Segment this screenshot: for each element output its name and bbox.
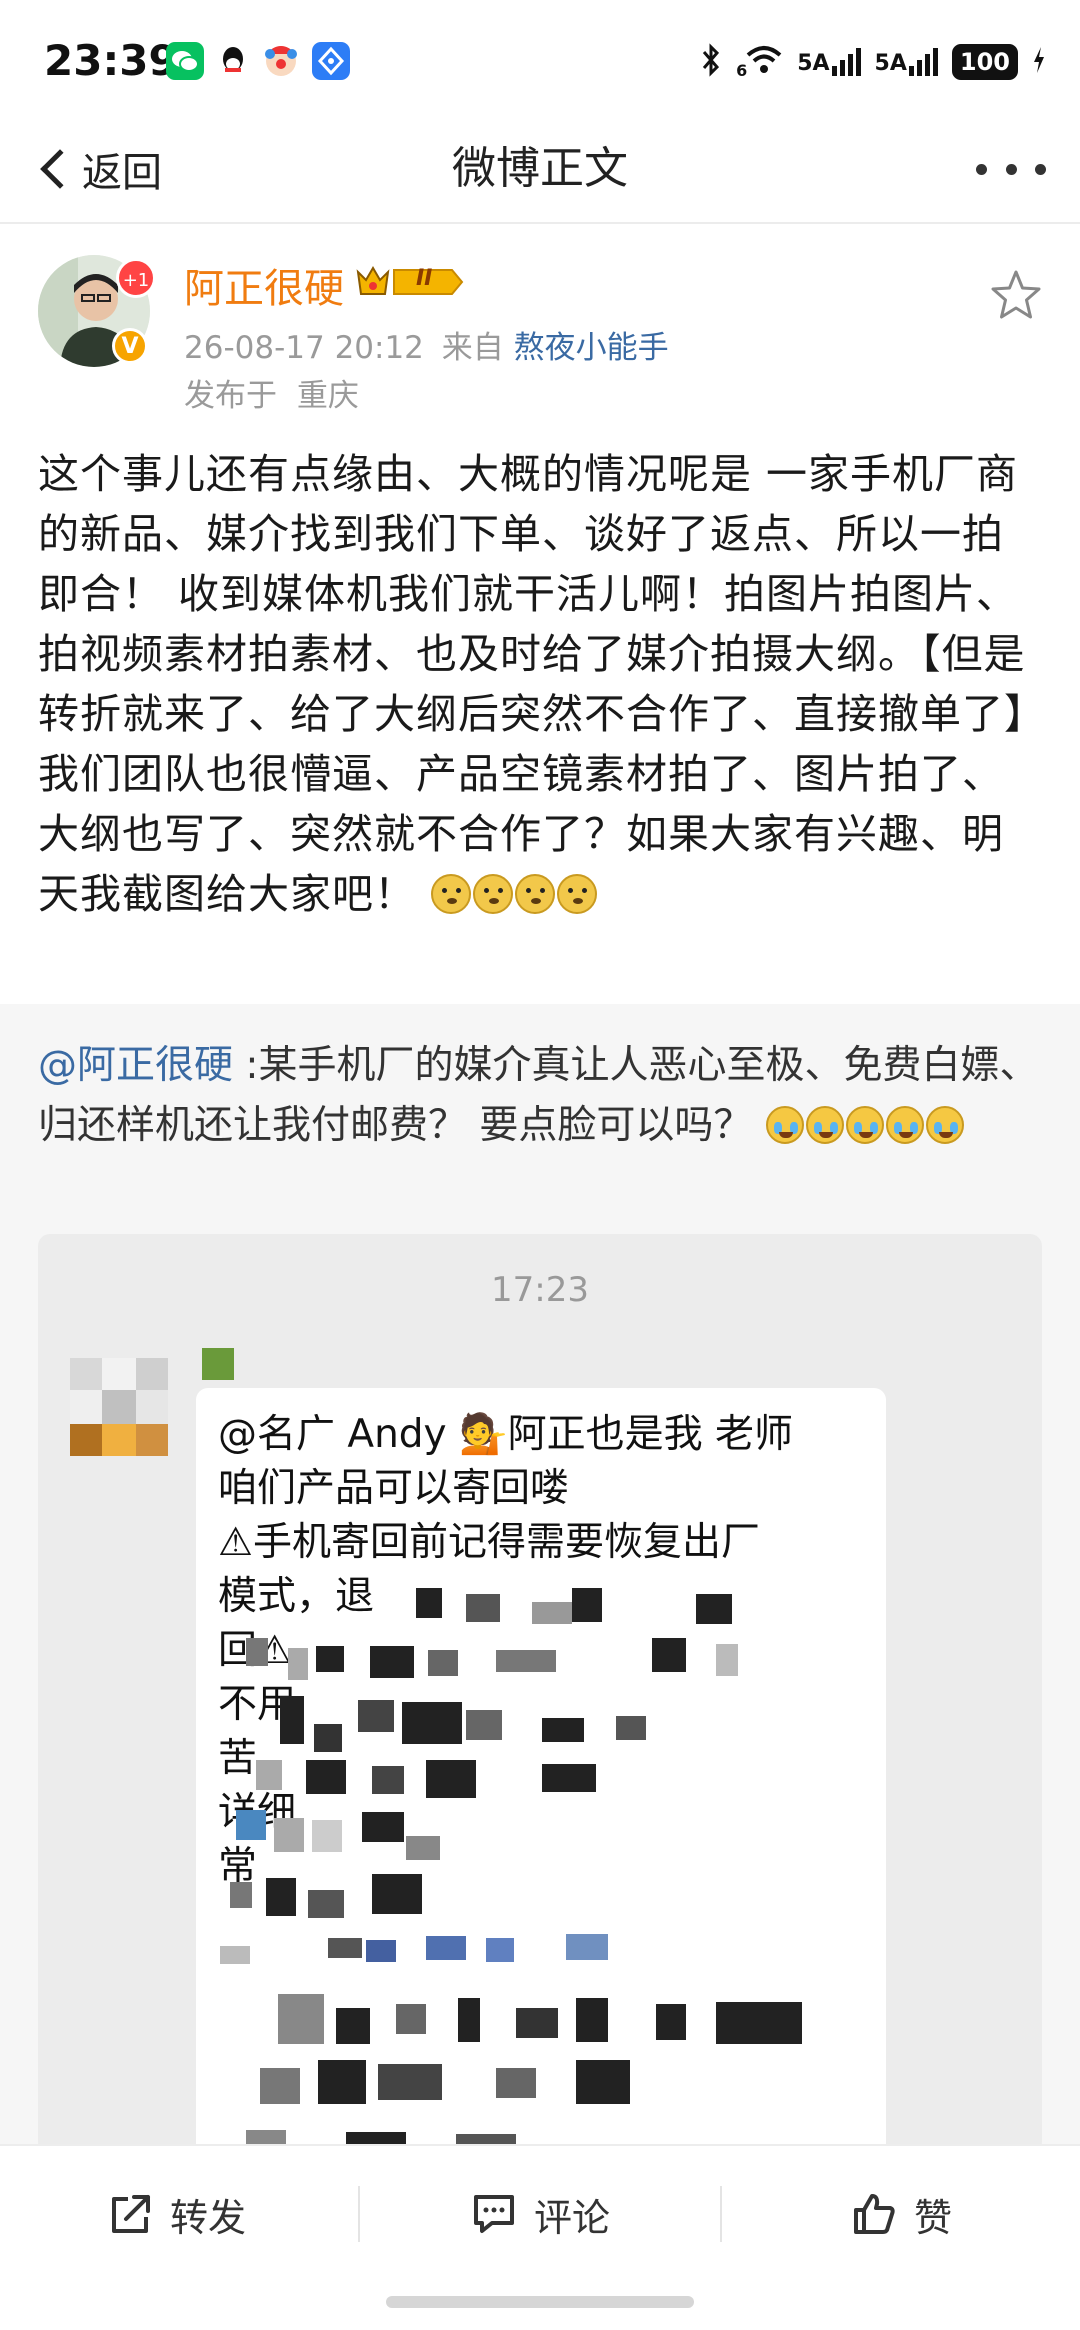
chat-line: @名广 Andy 💁阿正也是我 老师 <box>218 1412 793 1457</box>
doge-emoji-icon <box>431 874 472 914</box>
nav-divider <box>0 222 1080 224</box>
post-location: 发布于 重庆 <box>184 370 359 415</box>
post-date: 26-08-17 20:12 <box>184 330 424 366</box>
post-source-link[interactable]: 熬夜小能手 <box>514 330 669 366</box>
chat-sender-tag <box>202 1348 234 1380</box>
vip-level-badge: II <box>356 262 466 302</box>
crying-emoji-icon <box>845 1106 884 1144</box>
doge-emoji-icon <box>515 874 556 914</box>
repost-body: @阿正很硬 :某手机厂的媒介真让人恶心至极、免费白嫖、归还样机还让我付邮费？ 要… <box>38 1036 1042 1156</box>
post-meta: 26-08-17 20:12 来自 熬夜小能手 <box>184 322 669 367</box>
charging-icon <box>1032 45 1046 79</box>
comment-button[interactable]: 评论 <box>470 2184 610 2244</box>
more-dot-icon <box>1035 163 1046 175</box>
post-text: 这个事儿还有点缘由、大概的情况呢是 一家手机厂商的新品、媒介找到我们下单、谈好了… <box>38 450 1026 918</box>
like-button[interactable]: 赞 <box>850 2184 952 2244</box>
location-prefix: 发布于 <box>184 378 277 414</box>
signal-bars-icon <box>831 48 861 76</box>
share-icon <box>112 2195 150 2233</box>
more-dot-icon <box>1005 163 1017 175</box>
author-name[interactable]: 阿正很硬 <box>184 256 344 314</box>
crying-emoji-icon <box>925 1106 964 1144</box>
more-dot-icon <box>976 163 987 175</box>
action-separator <box>358 2186 360 2242</box>
like-label: 赞 <box>914 2195 953 2240</box>
favorite-star-button[interactable] <box>986 266 1046 326</box>
status-indicators: 6 5A 5A 100 <box>700 42 1046 82</box>
home-indicator[interactable] <box>386 2296 694 2308</box>
thumbs-up-icon <box>854 2194 895 2234</box>
status-bar: 23:39 6 5A 5A 100 <box>0 0 1080 120</box>
post-body: 这个事儿还有点缘由、大概的情况呢是 一家手机厂商的新品、媒介找到我们下单、谈好了… <box>38 444 1038 924</box>
chat-line: ⚠手机寄回前记得需要恢复出厂 <box>218 1520 760 1565</box>
chat-avatar-pixelated <box>70 1358 168 1456</box>
wifi-indicator: 6 <box>736 44 783 80</box>
verified-badge: V <box>112 328 148 364</box>
chat-screenshot-image[interactable]: 17:23 @名广 Andy 💁阿正也是我 老师 咱们产品可以寄回喽 ⚠手机寄回… <box>38 1234 1042 2154</box>
comment-icon <box>474 2195 514 2233</box>
page-title: 微博正文 <box>452 143 628 194</box>
signal-label-1: 5A <box>797 51 830 76</box>
action-separator <box>720 2186 722 2242</box>
signal-label-2: 5A <box>874 51 907 76</box>
crying-emoji-icon <box>765 1106 804 1144</box>
status-time: 23:39 <box>44 36 178 85</box>
post-source-prefix: 来自 <box>441 330 504 366</box>
chat-timestamp: 17:23 <box>491 1270 589 1310</box>
chat-line: 咱们产品可以寄回喽 <box>218 1466 570 1511</box>
doge-emoji-icon <box>557 874 598 914</box>
chat-message-bubble: @名广 Andy 💁阿正也是我 老师 咱们产品可以寄回喽 ⚠手机寄回前记得需要恢… <box>196 1388 886 2154</box>
crying-emoji-icon <box>885 1106 924 1144</box>
wechat-icon <box>166 42 204 80</box>
battery-indicator: 100 <box>951 44 1018 80</box>
qq-icon <box>214 42 252 80</box>
nav-bar: 返回 微博正文 <box>0 120 1080 220</box>
repost-label: 转发 <box>170 2195 247 2240</box>
crying-emoji-icon <box>805 1106 844 1144</box>
location-value: 重庆 <box>296 378 359 414</box>
doge-emoji-icon <box>473 874 514 914</box>
clown-app-icon <box>262 42 300 80</box>
repost-button[interactable]: 转发 <box>108 2184 246 2244</box>
avatar-badge: +1 <box>116 258 156 298</box>
star-icon <box>991 270 1041 319</box>
repost-mention-link[interactable]: @阿正很硬 <box>38 1043 233 1088</box>
more-options-button[interactable] <box>976 134 1046 204</box>
wifi-icon <box>745 44 783 80</box>
signal-bars-icon <box>908 48 938 76</box>
bluetooth-icon <box>700 43 722 81</box>
notification-app-icon <box>312 42 350 80</box>
signal-indicator-1: 5A <box>797 48 861 76</box>
comment-label: 评论 <box>534 2195 611 2240</box>
vip-level-label: II <box>416 266 433 291</box>
signal-indicator-2: 5A <box>875 48 938 76</box>
